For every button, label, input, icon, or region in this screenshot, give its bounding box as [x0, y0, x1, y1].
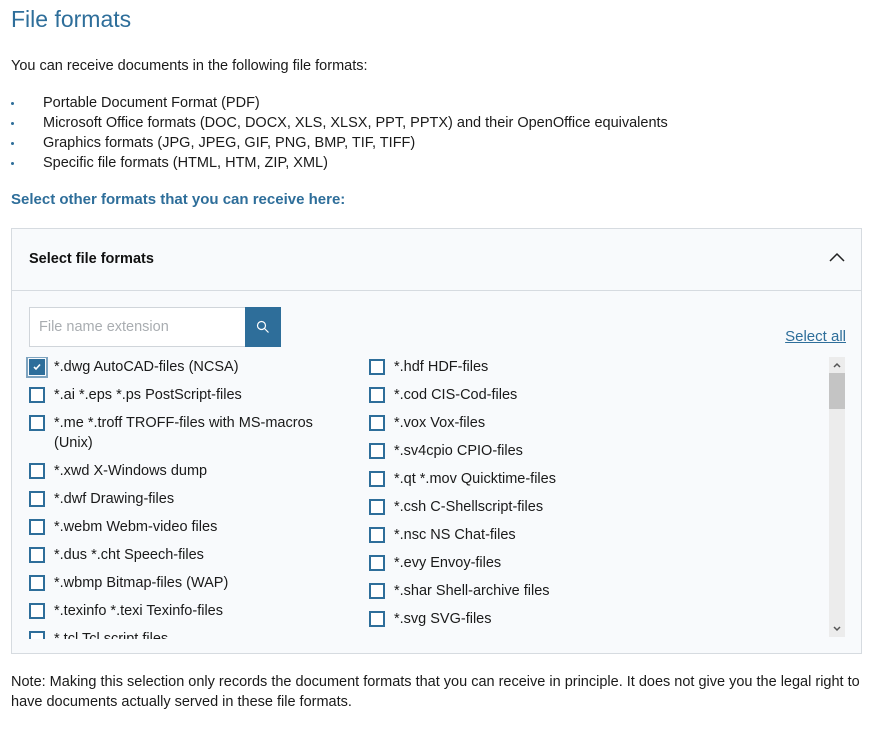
format-option[interactable]: *.nsc NS Chat-files	[366, 525, 796, 545]
search-button[interactable]	[245, 307, 281, 347]
list-item: Graphics formats (JPG, JPEG, GIF, PNG, B…	[11, 133, 668, 153]
section-subheading: Select other formats that you can receiv…	[11, 191, 346, 208]
bullet-icon	[11, 122, 14, 125]
list-item: Specific file formats (HTML, HTM, ZIP, X…	[11, 153, 668, 173]
format-checkbox[interactable]	[369, 555, 385, 571]
format-option[interactable]: *.dwf Drawing-files	[26, 489, 346, 509]
scrollbar-thumb[interactable]	[829, 373, 845, 409]
format-option[interactable]: *.csh C-Shellscript-files	[366, 497, 796, 517]
format-label: *.dwg AutoCAD-files (NCSA)	[54, 359, 239, 375]
format-label: *.evy Envoy-files	[394, 555, 502, 571]
format-checkbox[interactable]	[29, 387, 45, 403]
format-option[interactable]: *.ai *.eps *.ps PostScript-files	[26, 385, 346, 405]
format-label: *.tcl Tcl script files	[54, 631, 169, 639]
format-option[interactable]: *.texinfo *.texi Texinfo-files	[26, 601, 346, 621]
chevron-up-icon[interactable]	[829, 251, 845, 263]
format-label: *.ai *.eps *.ps PostScript-files	[54, 387, 242, 403]
format-label: *.csh C-Shellscript-files	[394, 499, 544, 515]
file-extension-search-input[interactable]	[29, 307, 246, 347]
list-scrollbar[interactable]	[829, 357, 845, 637]
select-all-link[interactable]: Select all	[785, 328, 846, 345]
format-label: *.me *.troff TROFF-files with MS-macros …	[54, 415, 313, 451]
list-item: Portable Document Format (PDF)	[11, 93, 668, 113]
format-checkbox[interactable]	[369, 471, 385, 487]
list-item-text: Specific file formats (HTML, HTM, ZIP, X…	[43, 155, 328, 171]
format-column-left: *.dwg AutoCAD-files (NCSA) *.ai *.eps *.p…	[26, 357, 346, 639]
format-label: *.qt *.mov Quicktime-files	[394, 471, 556, 487]
format-column-right: *.hdf HDF-files *.cod CIS-Cod-files *.vox …	[366, 357, 796, 637]
page-title: File formats	[11, 6, 132, 32]
format-checkbox[interactable]	[29, 463, 45, 479]
format-option[interactable]: *.shar Shell-archive files	[366, 581, 796, 601]
format-label: *.wbmp Bitmap-files (WAP)	[54, 575, 229, 591]
format-checkbox[interactable]	[369, 359, 385, 375]
format-checkbox[interactable]	[369, 611, 385, 627]
format-label: *.vox Vox-files	[394, 415, 486, 431]
format-checkbox[interactable]	[29, 603, 45, 619]
format-option[interactable]: *.tcl Tcl script files	[26, 629, 346, 639]
format-checkbox[interactable]	[29, 415, 45, 431]
chevron-down-icon	[833, 626, 841, 632]
format-option[interactable]: *.webm Webm-video files	[26, 517, 346, 537]
format-option[interactable]: *.xwd X-Windows dump	[26, 461, 346, 481]
format-checkbox[interactable]	[29, 519, 45, 535]
scroll-down-button[interactable]	[829, 621, 845, 637]
format-label: *.xwd X-Windows dump	[54, 463, 208, 479]
scroll-up-button[interactable]	[829, 357, 845, 373]
format-checkbox[interactable]	[369, 415, 385, 431]
panel-title: Select file formats	[29, 251, 154, 267]
format-checkbox[interactable]	[369, 527, 385, 543]
format-label: *.webm Webm-video files	[54, 519, 218, 535]
bullet-icon	[11, 142, 14, 145]
format-label: *.cod CIS-Cod-files	[394, 387, 518, 403]
chevron-up-icon	[833, 362, 841, 368]
panel-header[interactable]: Select file formats	[12, 229, 861, 291]
note-text: Note: Making this selection only records…	[11, 674, 860, 710]
list-item-text: Microsoft Office formats (DOC, DOCX, XLS…	[43, 115, 668, 131]
format-option[interactable]: *.evy Envoy-files	[366, 553, 796, 573]
format-label: *.texinfo *.texi Texinfo-files	[54, 603, 223, 619]
format-option[interactable]: *.vox Vox-files	[366, 413, 796, 433]
format-checkbox[interactable]	[29, 491, 45, 507]
format-option[interactable]: *.svg SVG-files	[366, 609, 796, 629]
default-formats-list: Portable Document Format (PDF) Microsoft…	[11, 93, 668, 173]
format-option[interactable]: *.hdf HDF-files	[366, 357, 796, 377]
format-checkbox[interactable]	[29, 575, 45, 591]
format-option[interactable]: *.qt *.mov Quicktime-files	[366, 469, 796, 489]
format-checkbox[interactable]	[29, 631, 45, 639]
format-checkbox[interactable]	[369, 499, 385, 515]
format-option[interactable]: *.cod CIS-Cod-files	[366, 385, 796, 405]
list-item: Microsoft Office formats (DOC, DOCX, XLS…	[11, 113, 668, 133]
format-option[interactable]: *.wbmp Bitmap-files (WAP)	[26, 573, 346, 593]
format-option[interactable]: *.dwg AutoCAD-files (NCSA)	[26, 357, 346, 378]
format-label: *.hdf HDF-files	[394, 359, 489, 375]
format-checkbox[interactable]	[369, 387, 385, 403]
list-item-text: Portable Document Format (PDF)	[43, 95, 260, 111]
format-option[interactable]: *.me *.troff TROFF-files with MS-macros …	[26, 413, 346, 453]
format-checkbox-list: *.dwg AutoCAD-files (NCSA) *.ai *.eps *.p…	[26, 357, 832, 639]
format-label: *.dus *.cht Speech-files	[54, 547, 204, 563]
search-group	[29, 307, 281, 347]
search-icon	[256, 320, 269, 333]
file-formats-panel: Select file formats Select all *.dwg Aut…	[11, 228, 862, 654]
format-label: *.sv4cpio CPIO-files	[394, 443, 523, 459]
format-checkbox[interactable]	[369, 443, 385, 459]
format-checkbox[interactable]	[29, 547, 45, 563]
format-label: *.dwf Drawing-files	[54, 491, 175, 507]
format-label: *.shar Shell-archive files	[394, 583, 550, 599]
format-label: *.nsc NS Chat-files	[394, 527, 516, 543]
bullet-icon	[11, 102, 14, 105]
format-checkbox[interactable]	[369, 583, 385, 599]
format-option[interactable]: *.dus *.cht Speech-files	[26, 545, 346, 565]
intro-text: You can receive documents in the followi…	[11, 58, 368, 74]
format-label: *.svg SVG-files	[394, 611, 492, 627]
format-option[interactable]: *.sv4cpio CPIO-files	[366, 441, 796, 461]
list-item-text: Graphics formats (JPG, JPEG, GIF, PNG, B…	[43, 135, 416, 151]
bullet-icon	[11, 162, 14, 165]
checkmark-icon	[33, 363, 41, 371]
format-checkbox[interactable]	[26, 357, 48, 378]
